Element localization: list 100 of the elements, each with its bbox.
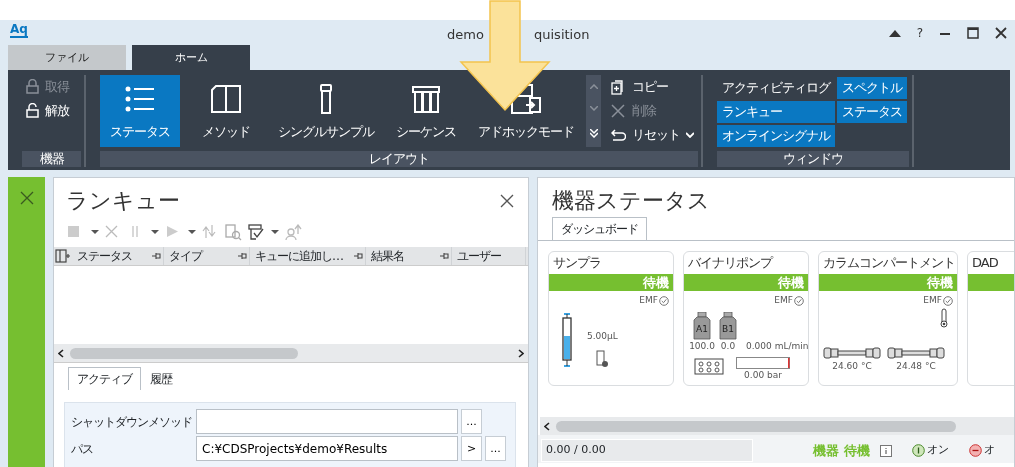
- scrollbar-thumb[interactable]: [70, 347, 298, 359]
- check-circle-icon: [943, 295, 953, 306]
- caret-icon[interactable]: [91, 230, 99, 236]
- checklist-icon[interactable]: [248, 224, 265, 242]
- column-header[interactable]: ユーザー: [457, 246, 501, 265]
- app-logo: Aq: [10, 23, 28, 38]
- column-header[interactable]: 結果名: [371, 246, 404, 265]
- check-circle-icon: [659, 295, 669, 306]
- power-off-button[interactable]: オ: [968, 442, 995, 459]
- layout-button[interactable]: シーケンス: [386, 75, 466, 147]
- expand-icon[interactable]: [589, 129, 598, 139]
- tab[interactable]: 履歴: [141, 367, 181, 390]
- pin-icon[interactable]: [237, 251, 247, 260]
- book-icon: [210, 83, 242, 114]
- progress-field: 0.00 / 0.00: [541, 439, 753, 462]
- close-icon[interactable]: [995, 27, 1007, 39]
- check-circle-icon: [794, 295, 804, 306]
- find-icon[interactable]: [225, 224, 242, 242]
- collapse-ribbon-icon[interactable]: [888, 29, 901, 37]
- group-label: レイアウト: [100, 151, 698, 167]
- status-bar: [968, 274, 1014, 291]
- scroll-left-icon[interactable]: [544, 421, 550, 431]
- pin-icon[interactable]: [439, 251, 449, 260]
- input-field[interactable]: C:¥CDSProjects¥demo¥Results: [196, 436, 458, 461]
- panel-title: ランキュー: [66, 187, 180, 215]
- window-title: quisition: [534, 26, 590, 44]
- ribbon-button[interactable]: リセット: [607, 123, 698, 147]
- scroll-left-icon[interactable]: [58, 348, 64, 358]
- ribbon-tab[interactable]: ホーム: [132, 45, 250, 70]
- ribbon-tab[interactable]: ファイル: [8, 45, 126, 70]
- layout-button[interactable]: メソッド: [186, 75, 266, 147]
- lock-icon: [26, 79, 39, 95]
- pressure-value: 0.00 bar: [744, 369, 782, 382]
- scrollbar-thumb[interactable]: [556, 420, 956, 432]
- input-field[interactable]: [196, 409, 458, 434]
- column-header[interactable]: キューに追加し…: [255, 246, 343, 265]
- group-label: 機器: [22, 151, 81, 167]
- delete-icon: [611, 103, 626, 119]
- browse-button[interactable]: ...: [485, 436, 506, 461]
- caret-icon[interactable]: [151, 230, 159, 236]
- module-name: DAD: [971, 254, 999, 272]
- window-toggle[interactable]: ランキュー: [717, 101, 835, 123]
- layout-button[interactable]: シングルサンプル: [272, 75, 380, 147]
- column-header[interactable]: タイプ: [169, 246, 202, 265]
- reset-icon: [611, 127, 626, 143]
- layout-button[interactable]: ステータス: [100, 75, 180, 147]
- flow-value: 0.000 mL/min: [746, 339, 809, 353]
- temperature-value: 24.60 °C: [832, 359, 872, 373]
- group-label: ウィンドウ: [717, 151, 909, 167]
- help-button[interactable]: ?: [916, 24, 923, 42]
- vials-icon: [411, 83, 441, 114]
- pin-icon[interactable]: [353, 251, 363, 260]
- status-bar: 待機: [819, 274, 957, 291]
- pressure-gauge: [736, 357, 790, 369]
- syringe-icon: [559, 311, 575, 368]
- window-toggle[interactable]: ステータス: [837, 101, 907, 123]
- info-icon[interactable]: [879, 444, 892, 457]
- caret-icon[interactable]: [271, 230, 279, 236]
- percent-value: 100.0: [689, 339, 715, 353]
- tab[interactable]: ダッシュボード: [552, 217, 647, 240]
- column-icon: [887, 345, 945, 360]
- column-chooser-icon[interactable]: [54, 246, 72, 265]
- unlock-icon: [26, 102, 39, 118]
- thermometer-icon: [939, 307, 949, 328]
- field-label: シャットダウンメソッド: [71, 413, 193, 431]
- window-toggle[interactable]: オンラインシグナル: [717, 125, 835, 147]
- emf-label: EMF: [774, 294, 793, 307]
- scroll-right-icon[interactable]: [518, 348, 524, 358]
- scroll-up-icon[interactable]: [589, 83, 598, 89]
- status-bar: 待機: [549, 274, 673, 291]
- maximize-icon[interactable]: [967, 27, 979, 39]
- vial-icon: [320, 83, 332, 114]
- module-name: サンプラ: [552, 254, 602, 272]
- window-toggle[interactable]: アクティビティログ: [717, 77, 835, 99]
- tray-icon: [694, 357, 724, 375]
- temperature-value: 24.48 °C: [896, 359, 936, 373]
- ribbon-button[interactable]: 解放: [22, 98, 81, 122]
- browse-button[interactable]: >: [461, 436, 482, 461]
- power-on-icon: [911, 444, 925, 457]
- window-toggle[interactable]: スペクトル: [837, 77, 907, 99]
- power-off-icon: [968, 444, 982, 457]
- panel-title: 機器ステータス: [551, 187, 711, 215]
- browse-button[interactable]: ...: [461, 409, 482, 434]
- vial-icon: [596, 349, 609, 368]
- emf-label: EMF: [923, 294, 942, 307]
- window-title: demo: [447, 26, 484, 44]
- module-name: バイナリポンプ: [687, 254, 774, 272]
- percent-value: 0.0: [720, 339, 736, 353]
- ribbon-button[interactable]: コピー: [607, 75, 698, 99]
- column-header[interactable]: ステータス: [77, 246, 132, 265]
- caret-icon: [686, 132, 694, 138]
- column-icon: [823, 345, 881, 360]
- close-icon[interactable]: [500, 193, 514, 208]
- caret-icon[interactable]: [188, 230, 196, 236]
- tab[interactable]: アクティブ: [68, 367, 141, 390]
- power-on-button[interactable]: オン: [911, 442, 949, 459]
- instrument-state: 機器 待機: [813, 441, 870, 460]
- scroll-down-icon[interactable]: [589, 106, 598, 112]
- module-name: カラムコンパートメント: [822, 254, 956, 272]
- pin-icon[interactable]: [151, 251, 161, 260]
